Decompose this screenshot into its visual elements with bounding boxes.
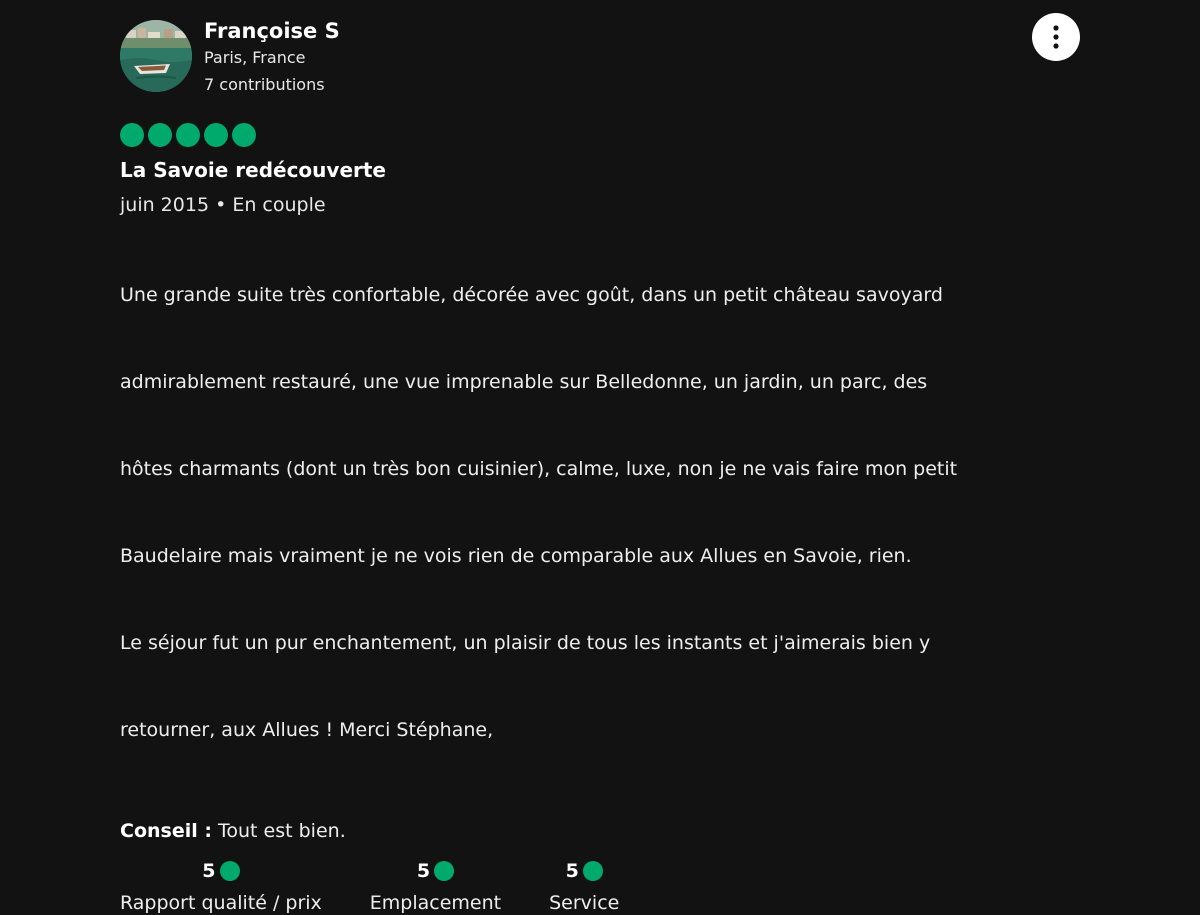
rating-bubble-icon — [582, 861, 603, 881]
rating-bubble-icon — [176, 123, 200, 147]
review-header: Françoise S Paris, France 7 contribution… — [120, 13, 1080, 104]
review-body-line: Baudelaire mais vraiment je ne vois rien… — [120, 545, 912, 567]
boat-photo-icon — [120, 20, 192, 92]
user-info: Françoise S Paris, France 7 contribution… — [204, 18, 340, 98]
rating-bubble-icon — [148, 123, 172, 147]
review-body-line: hôtes charmants (dont un très bon cuisin… — [120, 458, 958, 480]
sub-rating-score: 5 — [416, 860, 431, 882]
review-meta: juin 2015 • En couple — [120, 194, 326, 216]
sub-rating-value: 5 Rapport qualité / prix — [120, 859, 322, 915]
user-contributions: 7 contributions — [204, 75, 325, 94]
sub-rating-location: 5 Emplacement — [370, 859, 501, 915]
sub-rating-label: Rapport qualité / prix — [120, 892, 322, 914]
review-tip: Conseil : Tout est bien. — [120, 817, 1080, 845]
rating-bubble-icon — [120, 123, 144, 147]
sub-ratings: 5 Rapport qualité / prix 5 Emplacement 5… — [120, 859, 1080, 915]
rating-bubble-icon — [204, 123, 228, 147]
sub-rating-label: Emplacement — [369, 892, 502, 914]
review-title[interactable]: La Savoie redécouverte — [120, 157, 1080, 183]
tip-text: Tout est bien. — [211, 820, 346, 842]
user-name[interactable]: Françoise S — [204, 18, 340, 44]
review-body-line: Le séjour fut un pur enchantement, un pl… — [120, 632, 931, 654]
review-body-line: Une grande suite très confortable, décor… — [120, 284, 943, 306]
review-body: Une grande suite très confortable, décor… — [120, 223, 1080, 803]
user-location: Paris, France — [204, 48, 306, 67]
review-body-line: admirablement restauré, une vue imprenab… — [120, 371, 928, 393]
rating-bubble-icon — [232, 123, 256, 147]
rating-bubble-icon — [434, 861, 455, 881]
avatar[interactable] — [120, 20, 192, 92]
sub-rating-service: 5 Service — [549, 859, 619, 915]
sub-rating-score: 5 — [565, 860, 579, 882]
rating-bubble-icon — [219, 861, 240, 881]
review-body-line: retourner, aux Allues ! Merci Stéphane, — [120, 719, 494, 741]
review-card: Françoise S Paris, France 7 contribution… — [120, 13, 1080, 915]
tip-label: Conseil : — [120, 820, 212, 842]
sub-rating-label: Service — [549, 892, 620, 914]
more-options-button[interactable] — [1032, 13, 1080, 61]
more-vertical-icon — [1053, 25, 1059, 49]
rating-bubbles — [120, 123, 1080, 147]
sub-rating-score: 5 — [202, 860, 216, 882]
